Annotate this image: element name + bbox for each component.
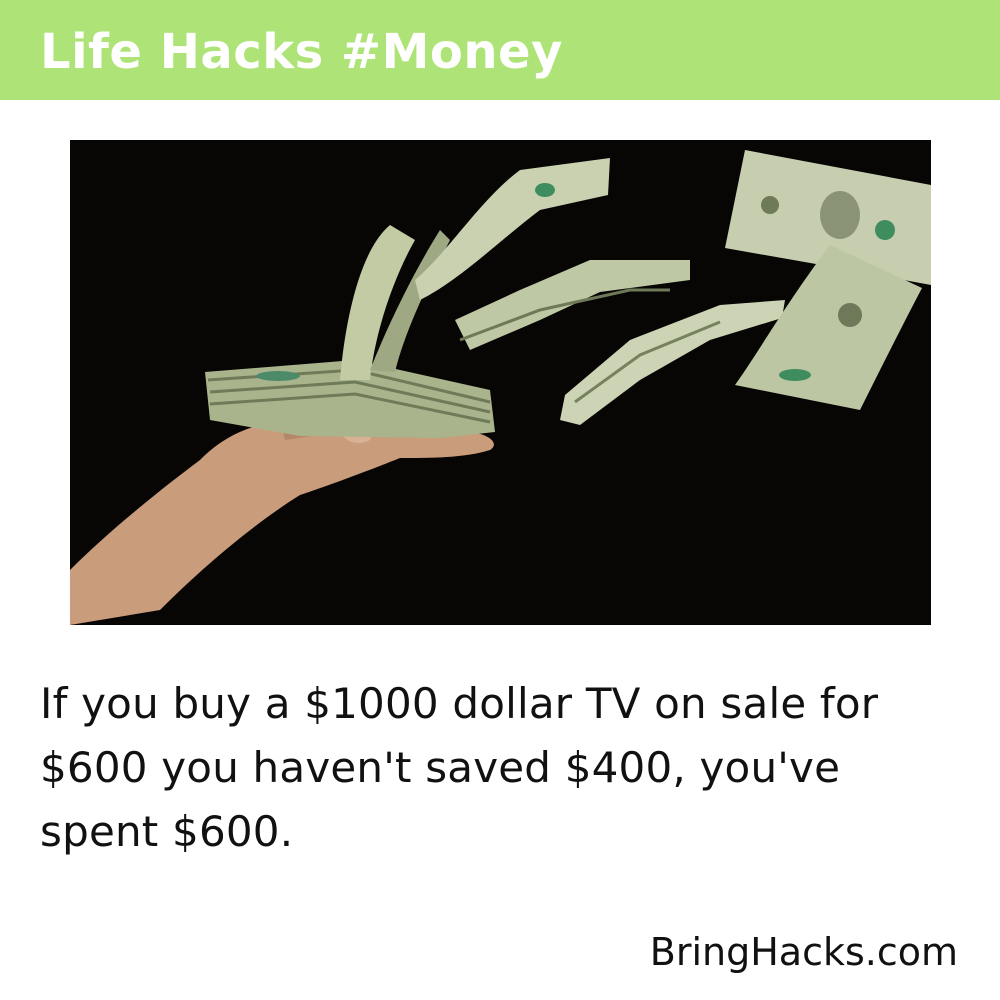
source-link[interactable]: BringHacks.com: [650, 930, 958, 974]
tip-text: If you buy a $1000 dollar TV on sale for…: [40, 679, 879, 856]
header-bar: Life Hacks #Money: [0, 0, 1000, 100]
money-photo: [70, 140, 931, 625]
page-title: Life Hacks #Money: [40, 24, 563, 80]
